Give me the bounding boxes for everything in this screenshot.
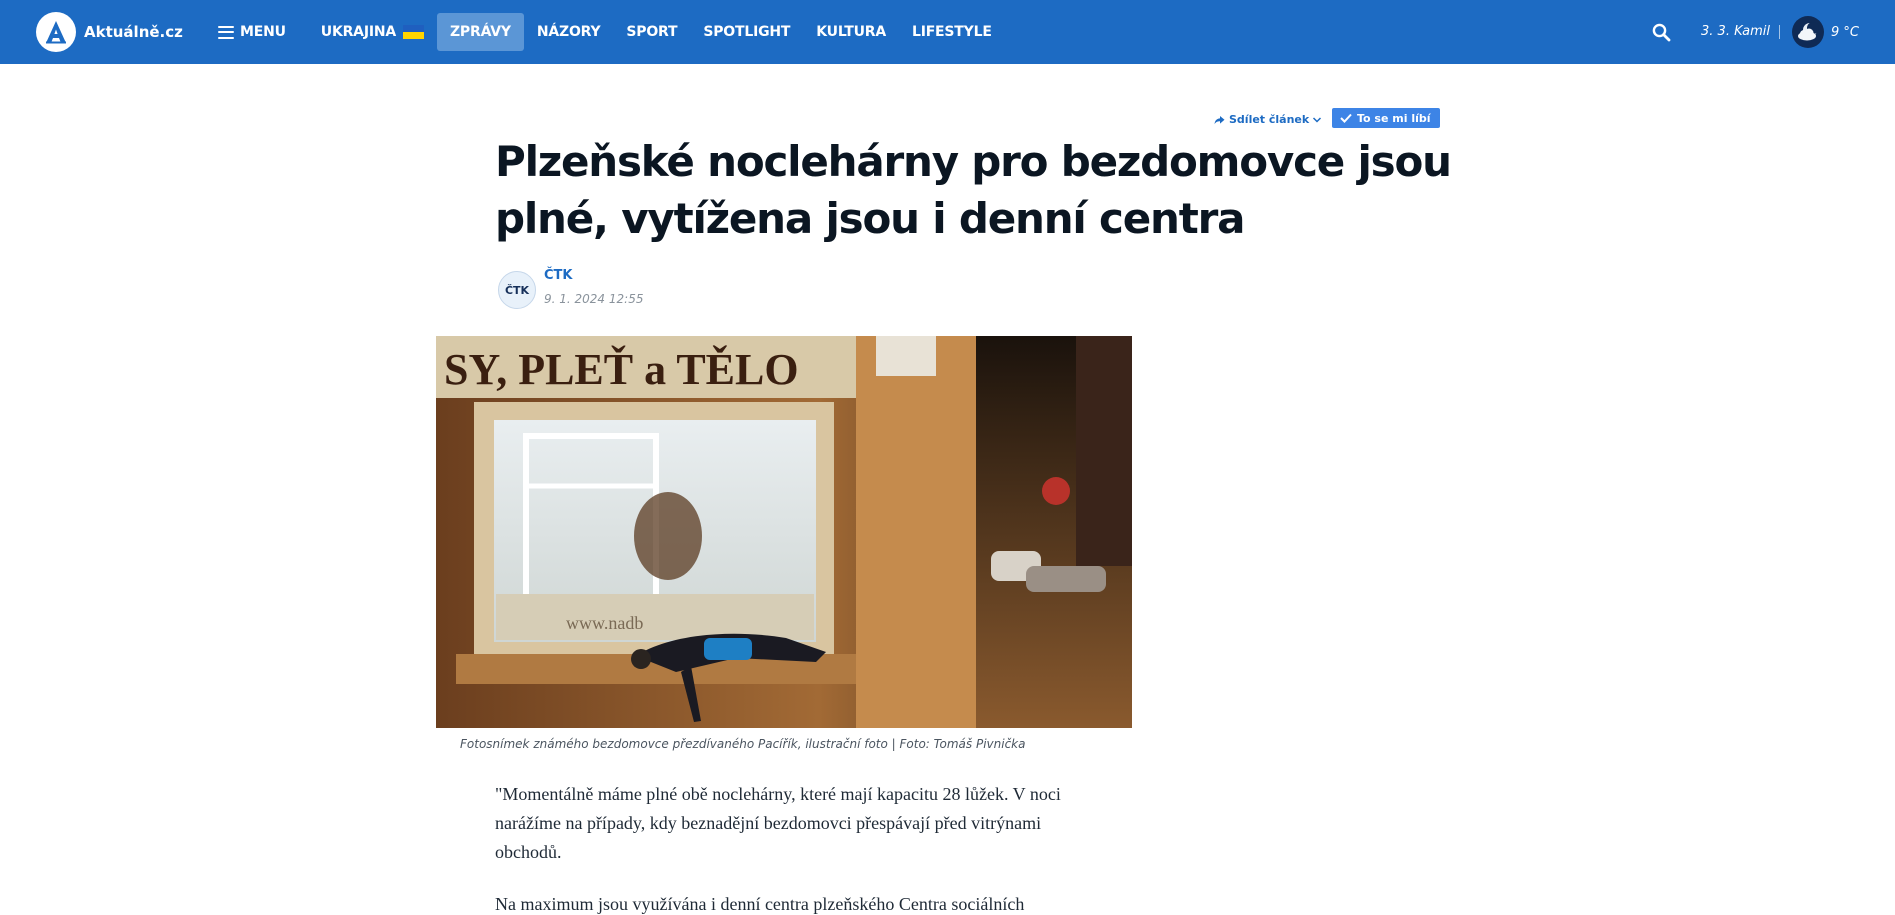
share-article-button[interactable]: Sdílet článek (1214, 113, 1326, 126)
nav-label: ZPRÁVY (449, 24, 511, 40)
top-navigation-bar: Aktuálně.cz MENU UKRAJINA ZPRÁVY NÁZORY … (0, 0, 1895, 64)
temperature-text: 9 °C (1831, 24, 1859, 40)
weather-moon-cloud-icon (1792, 16, 1825, 48)
nav-item-nazory[interactable]: NÁZORY (524, 13, 614, 51)
nav-label: UKRAJINA (320, 24, 396, 40)
header-tools: 3. 3. Kamil 9 °C (1649, 14, 1859, 50)
nav-item-kultura[interactable]: KULTURA (803, 13, 899, 51)
like-button[interactable]: To se mi líbí (1332, 108, 1440, 128)
chevron-down-icon (1313, 116, 1322, 123)
nav-item-sport[interactable]: SPORT (613, 13, 690, 51)
author-name[interactable]: ČTK (544, 268, 643, 283)
nameday-text: 3. 3. Kamil (1701, 25, 1781, 39)
ctk-logo-text: ČTK (504, 283, 530, 297)
publish-date: 9. 1. 2024 12:55 (544, 292, 644, 306)
article-paragraph: Na maximum jsou využívána i denní centra… (495, 894, 1025, 914)
nav-item-ukrajina[interactable]: UKRAJINA (308, 13, 437, 51)
author-meta: ČTK 9. 1. 2024 12:55 (544, 268, 643, 306)
nav-label: KULTURA (816, 24, 886, 40)
menu-button[interactable]: MENU (206, 13, 298, 51)
share-label: Sdílet článek (1229, 113, 1310, 126)
article-title: Plzeňské noclehárny pro bezdomovce jsou … (495, 137, 1452, 243)
nav-item-lifestyle[interactable]: LIFESTYLE (899, 13, 1005, 51)
nav-item-spotlight[interactable]: SPOTLIGHT (690, 13, 803, 51)
like-label: To se mi líbí (1357, 111, 1431, 125)
logo-a-icon (36, 12, 76, 52)
search-icon[interactable] (1649, 20, 1673, 44)
nav-item-zpravy[interactable]: ZPRÁVY (436, 13, 524, 51)
logo-text: Aktuálně.cz (84, 23, 183, 41)
nav-label: SPORT (626, 24, 678, 40)
site-logo[interactable]: Aktuálně.cz (36, 12, 183, 52)
nav-label: LIFESTYLE (911, 24, 992, 40)
photo-window-text: www.nadb (566, 613, 643, 633)
nav-label: SPOTLIGHT (703, 24, 791, 40)
check-icon (1340, 113, 1352, 123)
nav-label: NÁZORY (536, 24, 601, 40)
share-arrow-icon (1214, 115, 1225, 124)
menu-icon (218, 25, 234, 39)
menu-label: MENU (240, 24, 286, 40)
article-paragraph: "Momentálně máme plné obě noclehárny, kt… (495, 784, 1061, 862)
photo-sign-text: SY, PLEŤ a TĚLO (444, 345, 799, 394)
ctk-logo-icon[interactable]: ČTK (498, 271, 536, 309)
ukraine-flag-icon (402, 25, 424, 39)
main-nav: MENU UKRAJINA ZPRÁVY NÁZORY SPORT SPOTLI… (206, 13, 1005, 51)
photo-caption: Fotosnímek známého bezdomovce přezdívané… (460, 737, 1026, 751)
article-photo[interactable]: SY, PLEŤ a TĚLO www.nadb (436, 336, 1132, 728)
article-author: ČTK ČTK 9. 1. 2024 12:55 (498, 268, 643, 309)
